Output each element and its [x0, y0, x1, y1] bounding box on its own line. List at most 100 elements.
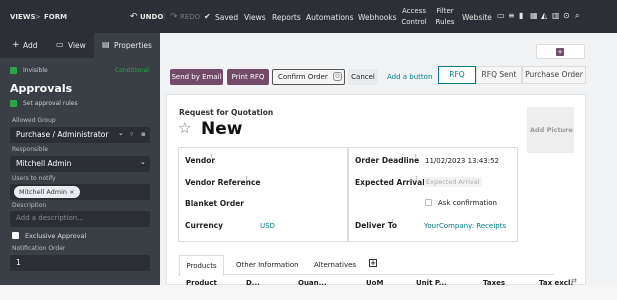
user-tag[interactable]: Mitchell Admin × — [14, 186, 80, 198]
responsible-select[interactable]: Mitchell Admin ⌄ — [10, 156, 150, 172]
vendor-input[interactable] — [254, 153, 344, 165]
redo-icon[interactable]: ↷ — [170, 12, 178, 22]
activity-view-icon[interactable]: ⊙ — [563, 11, 570, 20]
menu-webhooks[interactable]: Webhooks — [358, 13, 397, 22]
filter-label: Filter — [436, 7, 454, 15]
sidebar-title: Approvals — [10, 82, 73, 95]
cancel-button[interactable]: Cancel — [348, 69, 378, 85]
tab-other-information[interactable]: Other Information — [236, 261, 299, 269]
calendar-view-icon[interactable]: ▦ — [530, 11, 538, 20]
notebook-tabs — [178, 255, 554, 275]
menu-views[interactable]: Views — [244, 13, 266, 22]
responsible-label: Responsible — [12, 146, 48, 153]
help-icon[interactable]: ? — [414, 154, 417, 160]
expected-arrival-input[interactable]: Expected Arrival — [424, 177, 482, 187]
graph-view-icon[interactable]: ◭ — [541, 11, 547, 20]
access-label: Access — [402, 7, 426, 15]
star-icon[interactable]: ☆ — [178, 119, 191, 137]
add-a-button-link[interactable]: Add a button — [387, 73, 432, 81]
rules-label: Rules — [435, 18, 455, 26]
saved-status: Saved — [215, 13, 239, 22]
tab-add[interactable]: + Add — [0, 33, 48, 58]
deliver-to-value[interactable]: YourCompany: Receipts — [424, 222, 506, 230]
notification-order-input[interactable]: 1 — [10, 255, 150, 271]
optional-columns-icon[interactable]: ⇄ — [571, 277, 577, 285]
confirm-order-button[interactable]: Confirm Order ○ — [272, 69, 345, 85]
conditional-toggle[interactable]: Conditional — [115, 67, 149, 74]
form-view-icon[interactable]: ▭ — [497, 11, 505, 20]
tab-alternatives[interactable]: Alternatives — [314, 261, 356, 269]
redo-button[interactable]: REDO — [180, 13, 200, 21]
form-canvas: + Send by Email Print RFQ Confirm Order … — [160, 33, 617, 287]
add-field-button[interactable]: + — [536, 44, 585, 59]
pivot-view-icon[interactable]: ▥ — [552, 11, 560, 20]
help-icon[interactable]: ? — [210, 154, 213, 160]
help-icon[interactable]: ? — [415, 176, 418, 182]
allowed-group-value: Purchase / Administrator — [16, 130, 109, 139]
notification-order-label: Notification Order — [12, 245, 66, 252]
users-to-notify-label: Users to notify — [12, 175, 56, 182]
kanban-view-icon[interactable]: ▮ — [519, 11, 523, 20]
ask-confirmation-label: Ask confirmation — [438, 199, 497, 207]
help-icon[interactable]: ? — [391, 219, 394, 225]
order-deadline-label: Order Deadline — [355, 156, 420, 165]
blanket-order-label: Blanket Order — [185, 199, 244, 208]
tab-view[interactable]: ▭ View — [48, 33, 94, 58]
currency-label: Currency — [185, 221, 224, 230]
blanket-order-input[interactable] — [254, 197, 344, 209]
exclusive-approval-checkbox[interactable] — [12, 232, 19, 239]
breadcrumb-separator: > — [35, 13, 41, 21]
tab-view-label: View — [68, 41, 86, 50]
description-label: Description — [12, 202, 47, 209]
menu-reports[interactable]: Reports — [272, 13, 301, 22]
add-picture-placeholder[interactable]: Add Picture — [527, 107, 574, 153]
bottom-strip — [0, 285, 617, 300]
set-approval-checkbox[interactable] — [10, 100, 17, 107]
chevron-down-icon: ⌄ — [118, 129, 124, 137]
tab-properties-label: Properties — [114, 41, 152, 50]
tab-properties[interactable]: ▤ Properties — [94, 33, 160, 58]
users-to-notify-field[interactable]: Mitchell Admin × — [10, 184, 150, 200]
menu-access-control[interactable]: Access Control — [400, 6, 428, 28]
add-tab-icon[interactable]: + — [369, 259, 377, 267]
menu-filter-rules[interactable]: Filter Rules — [432, 6, 458, 28]
status-rfq-sent[interactable]: RFQ Sent — [476, 66, 522, 84]
search-icon[interactable]: ⌕ — [575, 11, 579, 21]
status-rfq[interactable]: RFQ — [438, 66, 476, 84]
vendor-reference-input[interactable] — [254, 175, 344, 187]
ask-confirmation-checkbox[interactable] — [425, 199, 432, 206]
control-label: Control — [401, 18, 427, 26]
status-purchase-order[interactable]: Purchase Order — [522, 66, 586, 84]
description-input[interactable]: Add a description... — [10, 211, 150, 227]
form-title: New — [201, 119, 243, 139]
allowed-group-select[interactable]: Purchase / Administrator ⌄ ▿ ▪ — [10, 127, 150, 143]
tab-add-label: Add — [23, 41, 38, 50]
monitor-icon: ▭ — [56, 40, 64, 49]
invisible-checkbox[interactable] — [10, 67, 17, 74]
tab-products[interactable]: Products — [179, 255, 224, 276]
send-by-email-button[interactable]: Send by Email — [170, 69, 223, 85]
trash-icon[interactable]: ▪ — [141, 130, 146, 138]
undo-icon[interactable]: ↶ — [130, 12, 138, 22]
vendor-reference-label: Vendor Reference — [185, 178, 261, 187]
plus-icon: + — [12, 40, 20, 50]
print-rfq-button[interactable]: Print RFQ — [227, 69, 269, 85]
help-icon[interactable]: ? — [245, 176, 248, 182]
breadcrumb-views[interactable]: VIEWS — [10, 13, 36, 21]
form-subtitle: Request for Quotation — [179, 108, 274, 117]
sidebar: + Add ▭ View ▤ Properties Invisible Cond… — [0, 33, 160, 285]
breadcrumb-form[interactable]: FORM — [44, 13, 67, 21]
menu-website[interactable]: Website — [462, 13, 492, 22]
toggle-icon: ○ — [333, 72, 342, 81]
order-deadline-value[interactable]: 11/02/2023 13:43:52 — [425, 157, 499, 165]
menu-automations[interactable]: Automations — [306, 13, 354, 22]
list-view-icon[interactable]: ≡ — [508, 11, 515, 20]
exclusive-approval-label: Exclusive Approval — [25, 232, 87, 240]
currency-value[interactable]: USD — [260, 222, 275, 230]
undo-button[interactable]: UNDO — [140, 13, 163, 21]
allowed-group-label: Allowed Group — [12, 117, 56, 124]
plus-icon: + — [556, 48, 564, 56]
check-icon: ✔ — [204, 12, 211, 21]
confirm-order-label: Confirm Order — [278, 73, 328, 81]
filter-icon[interactable]: ▿ — [130, 130, 134, 138]
